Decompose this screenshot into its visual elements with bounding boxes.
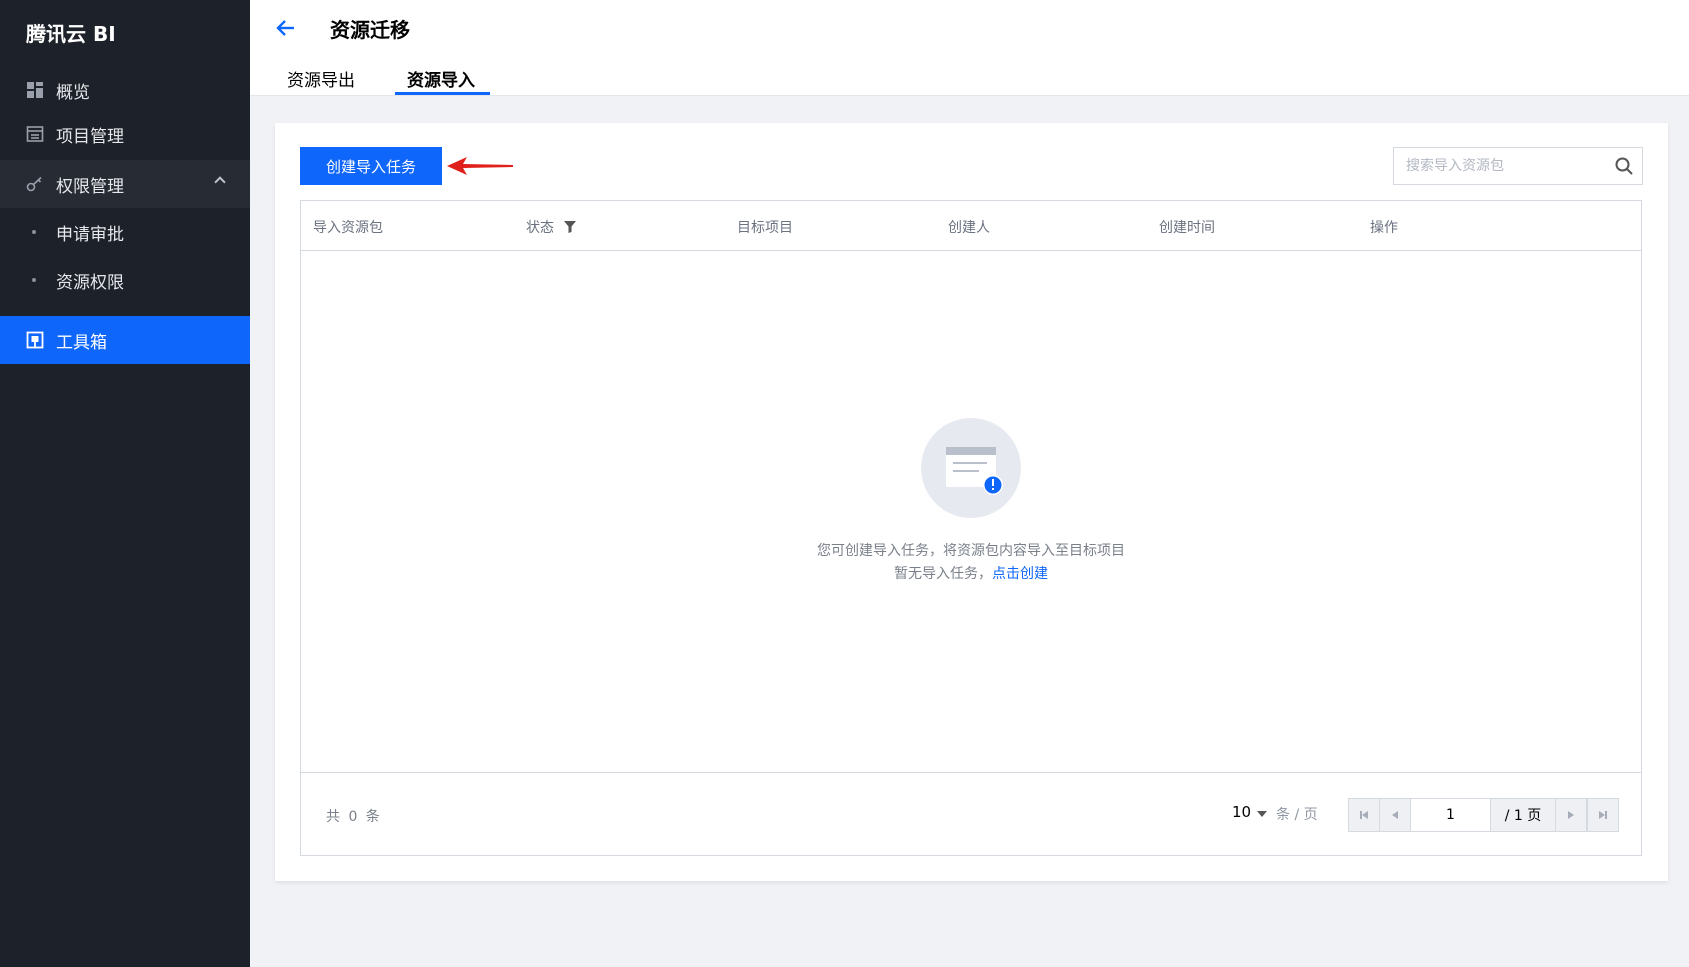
sidebar: 腾讯云 BI 概览 项目管理 权限管理 申请审批 资源权限 工具箱: [0, 0, 250, 967]
prev-page-icon: [1392, 811, 1398, 819]
tab-resource-export[interactable]: 资源导出: [287, 66, 355, 96]
sidebar-item-label: 资源权限: [56, 272, 124, 293]
brand-logo: 腾讯云 BI: [26, 22, 116, 46]
sidebar-item-label: 申请审批: [56, 224, 124, 245]
project-icon: [26, 126, 44, 142]
column-header-target-project: 目标项目: [737, 220, 793, 236]
page-header: 资源迁移 资源导出 资源导入: [250, 0, 1689, 96]
empty-state: 您可创建导入任务，将资源包内容导入至目标项目 暂无导入任务，点击创建: [301, 251, 1641, 772]
sidebar-item-label: 项目管理: [56, 126, 124, 147]
filter-icon[interactable]: [564, 221, 577, 233]
bullet-icon: [32, 230, 36, 234]
bullet-icon: [32, 278, 36, 282]
caret-down-icon: [1257, 810, 1268, 817]
empty-state-description: 您可创建导入任务，将资源包内容导入至目标项目: [817, 543, 1125, 559]
prev-page-button[interactable]: [1380, 799, 1411, 831]
last-page-button[interactable]: [1587, 799, 1618, 831]
total-pages: / 1 页: [1491, 799, 1556, 831]
chevron-up-icon: [214, 176, 226, 188]
column-header-creator: 创建人: [948, 220, 990, 236]
page-number-input[interactable]: [1411, 799, 1491, 831]
table-header: 导入资源包 状态 目标项目 创建人 创建时间 操作: [301, 201, 1641, 251]
sidebar-item-toolbox[interactable]: 工具箱: [0, 316, 250, 364]
sidebar-item-permissions[interactable]: 权限管理: [0, 160, 250, 208]
page-size-select[interactable]: 10: [1232, 803, 1268, 821]
sidebar-item-resource-permissions[interactable]: 资源权限: [0, 256, 250, 304]
total-count: 共 0 条: [326, 809, 382, 825]
create-import-task-button[interactable]: 创建导入任务: [300, 147, 442, 185]
next-page-icon: [1568, 811, 1574, 819]
sidebar-item-approvals[interactable]: 申请审批: [0, 208, 250, 256]
sidebar-item-projects[interactable]: 项目管理: [0, 110, 250, 158]
annotation-arrow-icon: [447, 157, 513, 175]
search-box: [1393, 147, 1643, 185]
table-footer: 共 0 条 10 条 / 页 / 1 页: [301, 772, 1641, 855]
key-icon: [26, 176, 42, 192]
per-page-label: 条 / 页: [1276, 807, 1318, 823]
next-page-button[interactable]: [1556, 799, 1587, 831]
sidebar-item-label: 工具箱: [56, 332, 107, 353]
toolbox-icon: [26, 331, 44, 349]
page-title: 资源迁移: [330, 18, 410, 42]
column-header-status: 状态: [526, 217, 577, 237]
sidebar-item-label: 权限管理: [56, 176, 124, 197]
document-alert-icon: [946, 447, 1003, 495]
dashboard-grid-icon: [27, 82, 43, 98]
empty-state-hint: 暂无导入任务，点击创建: [301, 563, 1641, 583]
back-arrow-icon[interactable]: [274, 16, 298, 40]
sidebar-item-overview[interactable]: 概览: [0, 66, 250, 114]
first-page-button[interactable]: [1349, 799, 1380, 831]
search-icon[interactable]: [1614, 156, 1634, 176]
active-tab-indicator: [395, 92, 490, 95]
click-to-create-link[interactable]: 点击创建: [992, 566, 1048, 582]
content-card: 创建导入任务 导入资源包 状态 目标项目 创建人 创建时间 操作: [275, 123, 1668, 881]
column-header-created-time: 创建时间: [1159, 220, 1215, 236]
empty-state-icon: [921, 418, 1021, 518]
search-input[interactable]: [1394, 148, 1604, 184]
empty-state-hint-text: 暂无导入任务，: [894, 566, 992, 582]
column-header-package: 导入资源包: [313, 220, 383, 236]
column-header-actions: 操作: [1370, 220, 1398, 236]
page-size-value: 10: [1232, 803, 1252, 821]
sidebar-item-label: 概览: [56, 82, 90, 103]
column-header-label: 状态: [526, 220, 554, 236]
pagination: / 1 页: [1348, 798, 1619, 832]
import-tasks-table: 导入资源包 状态 目标项目 创建人 创建时间 操作 您可创建导入任务，将资源包内…: [300, 200, 1642, 856]
